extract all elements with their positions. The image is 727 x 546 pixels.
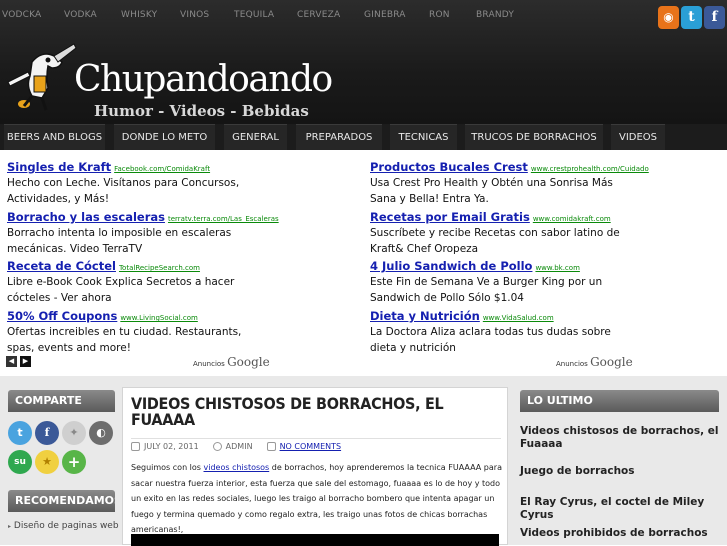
post-title[interactable]: VIDEOS CHISTOSOS DE BORRACHOS, EL FUAAAA (131, 396, 501, 428)
ad-url[interactable]: www.comidakraft.com (533, 215, 611, 223)
recomendamos-heading: RECOMENDAMOS (8, 490, 115, 512)
nav-preparados[interactable]: PREPARADOS (296, 124, 382, 150)
nav-tecnicas[interactable]: TECNICAS (390, 124, 457, 150)
ad-pager: ◀ ▶ (6, 356, 31, 367)
ad-text: Este Fin de Semana Ve a Burger King por … (370, 276, 603, 304)
ad-item[interactable]: Singles de Kraft Facebook.com/ComidaKraft… (7, 156, 267, 207)
ad-item[interactable]: Receta de Cóctel TotalRecipeSearch.com Li… (7, 255, 267, 306)
ad-text: Libre e-Book Cook Explica Secretos a hac… (7, 276, 235, 304)
ad-title[interactable]: 4 Julio Sandwich de Pollo (370, 259, 532, 273)
ad-item[interactable]: Dieta y Nutrición www.VidaSalud.com La Do… (370, 305, 630, 356)
anuncios-label: Anuncios (556, 360, 588, 368)
comments-icon (266, 442, 276, 451)
delicious-icon[interactable]: ✦ (62, 421, 86, 445)
ad-title[interactable]: Receta de Cóctel (7, 259, 116, 273)
post-author[interactable]: ADMIN (226, 442, 253, 451)
nav-donde-lo-meto[interactable]: DONDE LO METO (114, 124, 215, 150)
site-tagline: Humor - Videos - Bebidas (94, 102, 309, 120)
site-header: VODCKA VODKA WHISKY VINOS TEQUILA CERVEZ… (0, 0, 727, 124)
ad-item[interactable]: 50% Off Coupons www.LivingSocial.com Ofer… (7, 305, 267, 356)
post-comments-link[interactable]: NO COMMENTS (280, 442, 342, 451)
site-title[interactable]: Chupandoando (74, 59, 333, 100)
twitter-icon[interactable]: t (8, 421, 32, 445)
ad-url[interactable]: www.crestprohealth.com/Cuidado (531, 165, 649, 173)
ads-by-google[interactable]: Anuncios Google (556, 355, 633, 369)
ad-item[interactable]: Recetas por Email Gratis www.comidakraft.… (370, 206, 630, 257)
ad-title[interactable]: Borracho y las escaleras (7, 210, 165, 224)
post-article: VIDEOS CHISTOSOS DE BORRACHOS, EL FUAAAA… (122, 387, 508, 546)
recent-post-link[interactable]: El Ray Cyrus, el coctel de Miley Cyrus (520, 496, 725, 522)
ad-title[interactable]: 50% Off Coupons (7, 309, 117, 323)
topnav-item-tequila[interactable]: TEQUILA (234, 0, 297, 30)
ad-url[interactable]: www.VidaSalud.com (483, 314, 554, 322)
recent-post-link[interactable]: Videos prohibidos de borrachos (520, 527, 725, 540)
topnav-item-vodcka[interactable]: VODCKA (2, 0, 64, 30)
ad-item[interactable]: 4 Julio Sandwich de Pollo www.bk.com Este… (370, 255, 630, 306)
ad-text: Suscríbete y recibe Recetas con sabor la… (370, 227, 620, 255)
twitter-icon[interactable]: t (681, 6, 702, 29)
top-category-nav: VODCKA VODKA WHISKY VINOS TEQUILA CERVEZ… (0, 0, 526, 30)
comparte-heading: COMPARTE (8, 390, 115, 412)
videos-chistosos-link[interactable]: videos chistosos (204, 463, 270, 472)
calendar-icon (131, 442, 140, 451)
mascot-logo-icon[interactable] (2, 42, 82, 114)
post-body-text: de borrachos, hoy aprenderemos la tecnic… (131, 463, 502, 534)
post-body: Seguimos con los videos chistosos de bor… (131, 460, 503, 538)
social-links: ◉ t f (658, 6, 725, 29)
recent-post-link[interactable]: Videos chistosos de borrachos, el Fuaaaa (520, 425, 725, 451)
google-label: Google (227, 355, 270, 369)
nav-trucos-de-borrachos[interactable]: TRUCOS DE BORRACHOS (465, 124, 603, 150)
digg-icon[interactable]: ◐ (89, 421, 113, 445)
facebook-icon[interactable]: f (35, 421, 59, 445)
ad-text: Ofertas increibles en tu ciudad. Restaur… (7, 326, 242, 354)
post-body-text: Seguimos con los (131, 463, 204, 472)
topnav-item-vodka[interactable]: VODKA (64, 0, 121, 30)
author-icon (212, 442, 222, 451)
next-arrow-icon[interactable]: ▶ (20, 356, 31, 367)
ad-text: Borracho intenta lo imposible en escaler… (7, 227, 232, 255)
anuncios-label: Anuncios (193, 360, 225, 368)
rss-icon[interactable]: ◉ (658, 6, 679, 29)
topnav-item-brandy[interactable]: BRANDY (476, 0, 526, 30)
ad-text: La Doctora Aliza aclara todas tus dudas … (370, 326, 611, 354)
facebook-icon[interactable]: f (704, 6, 725, 29)
ad-title[interactable]: Singles de Kraft (7, 160, 111, 174)
google-label: Google (590, 355, 633, 369)
ad-url[interactable]: Facebook.com/ComidaKraft (114, 165, 210, 173)
ad-item[interactable]: Productos Bucales Crest www.crestprohealt… (370, 156, 649, 207)
recomendamos-link-text: Diseño de paginas web (13, 521, 119, 531)
video-player[interactable] (131, 534, 499, 546)
add-icon[interactable]: + (62, 450, 86, 474)
post-meta: JULY 02, 2011 ADMIN NO COMMENTS (131, 438, 501, 454)
favorite-star-icon[interactable]: ★ (35, 450, 59, 474)
main-nav: BEERS AND BLOGS DONDE LO METO GENERAL PR… (0, 124, 727, 150)
lo-ultimo-heading: LO ULTIMO (520, 390, 719, 412)
post-date: JULY 02, 2011 (144, 442, 199, 451)
ad-url[interactable]: TotalRecipeSearch.com (119, 264, 200, 272)
ad-url[interactable]: www.bk.com (535, 264, 579, 272)
ad-text: Hecho con Leche. Visítanos para Concurso… (7, 177, 240, 205)
prev-arrow-icon[interactable]: ◀ (6, 356, 17, 367)
nav-videos[interactable]: VIDEOS (611, 124, 665, 150)
topnav-item-cerveza[interactable]: CERVEZA (297, 0, 364, 30)
topnav-item-ginebra[interactable]: GINEBRA (364, 0, 429, 30)
ad-text: Usa Crest Pro Health y Obtén una Sonrisa… (370, 177, 613, 205)
nav-beers-and-blogs[interactable]: BEERS AND BLOGS (4, 124, 105, 150)
ads-by-google[interactable]: Anuncios Google (193, 355, 270, 369)
topnav-item-whisky[interactable]: WHISKY (121, 0, 180, 30)
stumbleupon-icon[interactable]: su (8, 450, 32, 474)
ad-title[interactable]: Dieta y Nutrición (370, 309, 480, 323)
ad-title[interactable]: Productos Bucales Crest (370, 160, 528, 174)
nav-general[interactable]: GENERAL (224, 124, 287, 150)
ad-url[interactable]: terratv.terra.com/Las_Escaleras (168, 215, 279, 223)
ad-url[interactable]: www.LivingSocial.com (120, 314, 198, 322)
ad-item[interactable]: Borracho y las escaleras terratv.terra.co… (7, 206, 279, 257)
topnav-item-ron[interactable]: RON (429, 0, 476, 30)
topnav-item-vinos[interactable]: VINOS (180, 0, 234, 30)
recomendamos-link[interactable]: ▸ Diseño de paginas web (8, 521, 119, 531)
ad-title[interactable]: Recetas por Email Gratis (370, 210, 530, 224)
recent-post-link[interactable]: Juego de borrachos (520, 465, 725, 478)
